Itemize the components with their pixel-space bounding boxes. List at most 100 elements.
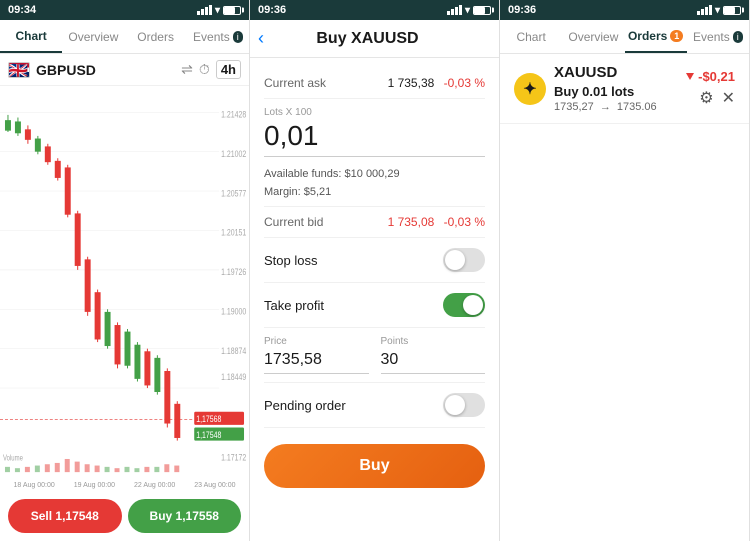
svg-text:1.20577: 1.20577 (221, 188, 247, 198)
battery-icon-p2 (473, 6, 491, 15)
orders-badge-p3: 1 (670, 30, 683, 42)
pending-order-toggle[interactable] (443, 393, 485, 417)
buy-panel: 09:36 ▾ ‹ Buy XAUUSD Current ask 1 735,3… (250, 0, 500, 541)
status-bar-p2: 09:36 ▾ (250, 0, 499, 20)
buy-panel-content: Current ask 1 735,38 -0,03 % Lots X 100 … (250, 58, 499, 541)
tab-chart-p1[interactable]: Chart (0, 20, 62, 53)
order-details: XAUUSD Buy 0.01 lots 1735,27 → 1735.06 (554, 64, 686, 113)
status-icons-p2: ▾ (447, 5, 491, 16)
current-bid-change: -0,03 % (444, 215, 485, 229)
current-bid-row: Current bid 1 735,08 -0,03 % (264, 207, 485, 238)
svg-text:Volume: Volume (3, 455, 23, 463)
signal-icon-p2 (447, 5, 462, 15)
lots-section: Lots X 100 0,01 Available funds: $10 000… (264, 107, 485, 207)
orders-panel: 09:36 ▾ Chart Overview Orders 1 Even (500, 0, 750, 541)
panel2-title: Buy XAUUSD (316, 30, 418, 48)
points-field: Points 30 (381, 336, 486, 374)
order-lots: Buy 0.01 lots (554, 84, 686, 99)
svg-text:1,17548: 1,17548 (196, 430, 222, 440)
status-icons-p3: ▾ (697, 5, 741, 16)
symbol-name-p1: GBPUSD (36, 62, 181, 78)
sell-button[interactable]: Sell 1,17548 (8, 499, 122, 533)
signal-icon (197, 5, 212, 15)
available-funds-row: Available funds: $10 000,29 (264, 165, 485, 183)
filter-icon[interactable]: ⇌ (181, 61, 193, 78)
time-p2: 09:36 (258, 4, 286, 16)
stop-loss-toggle[interactable] (443, 248, 485, 272)
chart-panel: 09:34 ▾ Chart Overview Orders Events i (0, 0, 250, 541)
back-button-p2[interactable]: ‹ (258, 28, 264, 49)
svg-text:1.19726: 1.19726 (221, 267, 247, 277)
svg-text:1.21002: 1.21002 (221, 149, 247, 159)
tab-overview-p3[interactable]: Overview (562, 20, 624, 53)
pending-order-row: Pending order (264, 383, 485, 428)
price-points-row: Price 1735,58 Points 30 (264, 328, 485, 383)
take-profit-row: Take profit (264, 283, 485, 328)
stop-loss-row: Stop loss (264, 238, 485, 283)
svg-text:1.18449: 1.18449 (221, 372, 247, 382)
symbol-row-p1: GBPUSD ⇌ ⏱ 4h (0, 54, 249, 86)
tab-orders-p1[interactable]: Orders (125, 20, 187, 53)
tab-events-p1[interactable]: Events i (187, 20, 249, 53)
tab-chart-p3[interactable]: Chart (500, 20, 562, 53)
take-profit-label: Take profit (264, 298, 324, 313)
svg-text:1.18874: 1.18874 (221, 346, 247, 356)
chart-area: 1.21428 1.21002 1.20577 1.20151 1.19726 … (0, 86, 249, 480)
chart-controls: ⇌ ⏱ 4h (181, 60, 241, 79)
close-order-icon[interactable]: ✕ (722, 88, 735, 108)
tab-orders-p3[interactable]: Orders 1 (625, 20, 687, 53)
current-ask-row: Current ask 1 735,38 -0,03 % (264, 68, 485, 99)
svg-text:1.19000: 1.19000 (221, 307, 247, 317)
status-bar-p1: 09:34 ▾ (0, 0, 249, 20)
xau-icon: ✦ (514, 73, 546, 105)
order-actions: ⚙ ✕ (699, 88, 735, 108)
svg-text:1.17172: 1.17172 (221, 452, 247, 462)
lots-value[interactable]: 0,01 (264, 120, 485, 157)
order-pnl: -$0,21 (686, 69, 735, 84)
time-p3: 09:36 (508, 4, 536, 16)
svg-text:1.20151: 1.20151 (221, 228, 247, 238)
gbp-flag-icon (8, 62, 30, 78)
lots-label: Lots X 100 (264, 107, 485, 118)
timeframe-label[interactable]: 4h (216, 60, 241, 79)
svg-text:1,17568: 1,17568 (196, 414, 222, 424)
tab-overview-p1[interactable]: Overview (62, 20, 124, 53)
price-value[interactable]: 1735,58 (264, 351, 369, 374)
wifi-icon: ▾ (215, 5, 220, 16)
price-label: Price (264, 336, 369, 347)
current-bid-label: Current bid (264, 215, 323, 229)
price-field: Price 1735,58 (264, 336, 369, 374)
battery-icon (223, 6, 241, 15)
buy-action-button[interactable]: Buy (264, 444, 485, 488)
trade-buttons-p1: Sell 1,17548 Buy 1,17558 (0, 491, 249, 541)
tab-events-p3[interactable]: Events i (687, 20, 749, 53)
buy-button[interactable]: Buy 1,17558 (128, 499, 242, 533)
take-profit-toggle[interactable] (443, 293, 485, 317)
events-badge-p1: i (233, 31, 243, 43)
current-ask-change: -0,03 % (444, 76, 485, 90)
current-ask-label: Current ask (264, 76, 326, 90)
status-icons-p1: ▾ (197, 5, 241, 16)
time-p1: 09:34 (8, 4, 36, 16)
wifi-icon-p2: ▾ (465, 5, 470, 16)
tab-bar-p3: Chart Overview Orders 1 Events i (500, 20, 749, 54)
current-ask-value: 1 735,38 (388, 76, 435, 90)
current-bid-value: 1 735,08 (388, 215, 435, 229)
xau-symbol: XAUUSD (554, 64, 617, 81)
battery-icon-p3 (723, 6, 741, 15)
svg-text:1.21428: 1.21428 (221, 110, 247, 120)
events-badge-p3: i (733, 31, 743, 43)
margin-row: Margin: $5,21 (264, 183, 485, 207)
points-value[interactable]: 30 (381, 351, 486, 374)
points-label: Points (381, 336, 486, 347)
stop-loss-label: Stop loss (264, 253, 317, 268)
settings-icon[interactable]: ⚙ (699, 88, 713, 108)
nav-bar-p2: ‹ Buy XAUUSD (250, 20, 499, 58)
wifi-icon-p3: ▾ (715, 5, 720, 16)
order-right: -$0,21 ⚙ ✕ (686, 69, 735, 108)
triangle-down-icon (686, 73, 694, 80)
signal-icon-p3 (697, 5, 712, 15)
order-prices: 1735,27 → 1735.06 (554, 101, 686, 113)
status-bar-p3: 09:36 ▾ (500, 0, 749, 20)
pending-order-label: Pending order (264, 398, 346, 413)
